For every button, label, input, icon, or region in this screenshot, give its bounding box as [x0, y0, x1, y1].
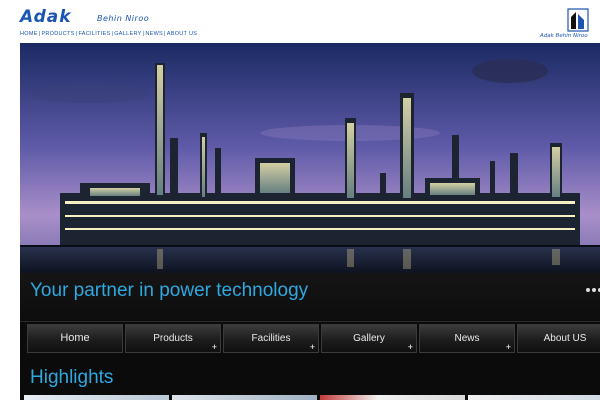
highlight-thumbnail[interactable]: [320, 395, 465, 400]
menu-item-label: Gallery: [353, 333, 385, 344]
menu-item-products[interactable]: Products +: [125, 324, 221, 353]
expand-plus-icon: +: [407, 342, 413, 352]
slideshow-pager[interactable]: [586, 288, 600, 292]
brand-mark-icon: [567, 8, 589, 32]
slide-dot-2[interactable]: [592, 288, 596, 292]
slide-dot-1[interactable]: [586, 288, 590, 292]
menu-item-facilities[interactable]: Facilities +: [223, 324, 319, 353]
menu-item-label: Facilities: [251, 333, 291, 344]
topnav-gallery-link[interactable]: GALLERY: [114, 31, 141, 37]
main-panel: Your partner in power technology Home Pr…: [20, 43, 600, 400]
topnav-products-link[interactable]: PRODUCTS: [41, 31, 74, 37]
highlight-thumbnail[interactable]: [24, 395, 169, 400]
highlight-thumbnail[interactable]: [172, 395, 317, 400]
tagline-bar: Your partner in power technology: [20, 273, 600, 322]
tagline-text: Your partner in power technology: [30, 280, 309, 301]
hero-refinery-image: [20, 43, 600, 273]
topnav-home-link[interactable]: HOME: [20, 31, 38, 37]
expand-plus-icon: +: [211, 342, 217, 352]
menu-item-label: News: [454, 333, 480, 344]
highlight-thumbnail[interactable]: [468, 395, 600, 400]
top-navigation: HOME|PRODUCTS|FACILITIES|GALLERY|NEWS|AB…: [20, 31, 197, 37]
topnav-facilities-link[interactable]: FACILITIES: [78, 31, 110, 37]
highlights-heading: Highlights: [30, 367, 114, 388]
menu-item-news[interactable]: News +: [419, 324, 515, 353]
menu-item-gallery[interactable]: Gallery +: [321, 324, 417, 353]
highlights-strip: [24, 395, 600, 400]
brand-caption: Adak Behin Niroo: [540, 33, 588, 39]
menu-item-label: Products: [153, 333, 193, 344]
menu-item-label: Home: [60, 332, 90, 344]
company-logo[interactable]: Adak Behin Niroo: [20, 7, 190, 29]
expand-plus-icon: +: [309, 342, 315, 352]
topnav-about-link[interactable]: ABOUT US: [167, 31, 197, 37]
topnav-news-link[interactable]: NEWS: [145, 31, 163, 37]
main-menu: Home Products + Facilities + Gallery + News…: [27, 324, 600, 353]
logo-text: Adak: [20, 7, 72, 27]
menu-item-home[interactable]: Home: [27, 324, 123, 353]
menu-item-about-us[interactable]: About US: [517, 324, 600, 353]
menu-item-label: About US: [543, 333, 587, 344]
hero-banner: [20, 43, 600, 273]
logo-subtitle: Behin Niroo: [97, 14, 150, 23]
expand-plus-icon: +: [505, 342, 511, 352]
